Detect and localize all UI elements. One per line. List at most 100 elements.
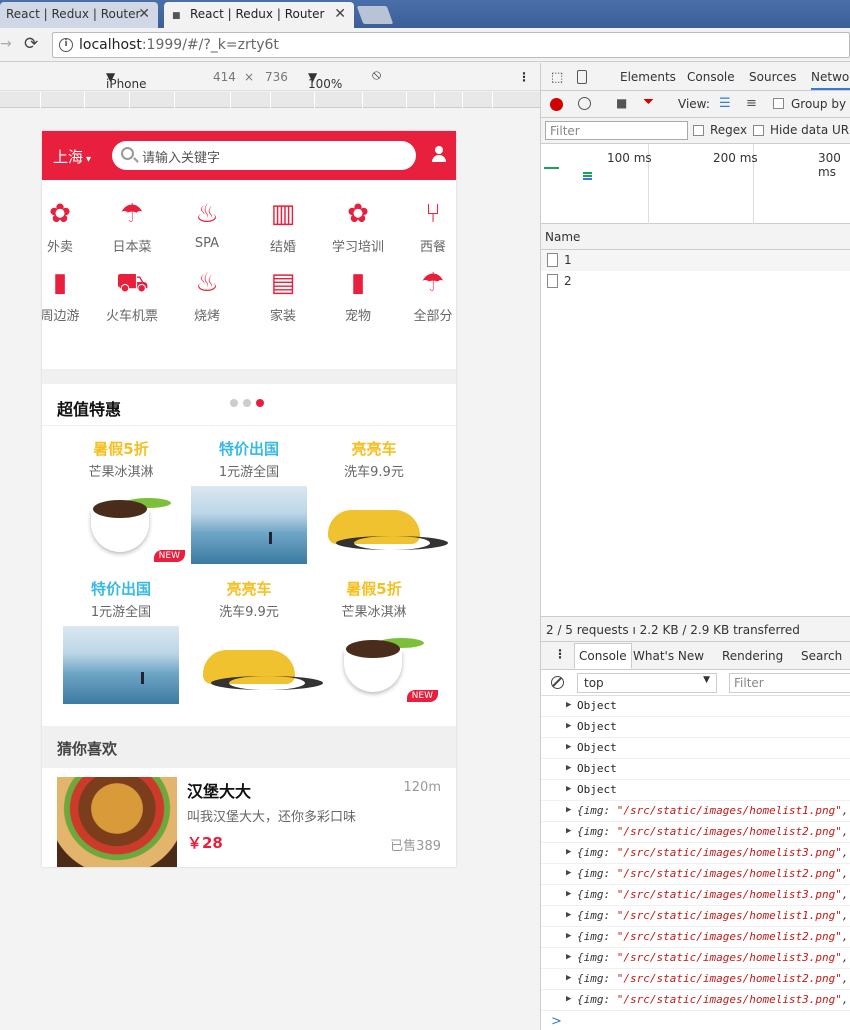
category-item[interactable]: ☂ 全部分 bbox=[398, 267, 456, 324]
regex-checkbox[interactable] bbox=[693, 125, 704, 136]
tab-sources[interactable]: Sources bbox=[749, 70, 796, 84]
device-toggle-icon[interactable] bbox=[577, 70, 587, 84]
expand-triangle-icon[interactable]: ▶ bbox=[566, 973, 571, 983]
console-log-row[interactable]: ▶ Object bbox=[541, 738, 850, 759]
name-column-header[interactable]: Name bbox=[541, 224, 850, 250]
console-filter-input[interactable]: Filter bbox=[729, 673, 850, 693]
forward-icon[interactable]: → bbox=[0, 36, 12, 52]
list-view-icon[interactable]: ☰ bbox=[719, 96, 733, 111]
user-icon[interactable] bbox=[432, 146, 446, 162]
pager-dot[interactable] bbox=[230, 399, 238, 407]
category-item[interactable]: ▥ 结婚 bbox=[248, 198, 318, 255]
expand-triangle-icon[interactable]: ▶ bbox=[566, 742, 571, 752]
expand-triangle-icon[interactable]: ▶ bbox=[566, 952, 571, 962]
console-log-row[interactable]: ▶ Object bbox=[541, 717, 850, 738]
browser-tab[interactable]: React | Redux | Router ✕ bbox=[0, 2, 158, 28]
new-tab-button[interactable] bbox=[356, 6, 394, 24]
expand-triangle-icon[interactable]: ▶ bbox=[566, 826, 571, 836]
expand-triangle-icon[interactable]: ▶ bbox=[566, 784, 571, 794]
tab-console[interactable]: Console bbox=[687, 70, 735, 84]
inspect-icon[interactable]: ⬚ bbox=[551, 70, 565, 85]
device-width-input[interactable]: 414 bbox=[213, 70, 236, 84]
request-row[interactable]: 2 bbox=[541, 271, 850, 292]
expand-triangle-icon[interactable]: ▶ bbox=[566, 868, 571, 878]
expand-triangle-icon[interactable]: ▶ bbox=[566, 910, 571, 920]
waterfall-icon[interactable]: ≡ bbox=[746, 96, 760, 111]
drawer-menu-icon[interactable]: ⋮ bbox=[554, 647, 566, 661]
pager-dot-active[interactable] bbox=[256, 399, 264, 407]
city-selector[interactable]: 上海 ▾ bbox=[53, 146, 91, 167]
console-log-row[interactable]: ▶ {img: "/src/static/images/homelist1.png… bbox=[541, 906, 850, 927]
expand-triangle-icon[interactable]: ▶ bbox=[566, 931, 571, 941]
expand-triangle-icon[interactable]: ▶ bbox=[566, 700, 571, 710]
category-item[interactable]: ♨ SPA bbox=[172, 198, 242, 251]
category-item[interactable]: ▮ 宠物 bbox=[323, 267, 393, 324]
deal-card[interactable]: 特价出国 1元游全国 bbox=[187, 438, 311, 564]
tab-network[interactable]: Network bbox=[811, 70, 850, 90]
console-log-row[interactable]: ▶ {img: "/src/static/images/homelist3.png… bbox=[541, 990, 850, 1011]
category-item[interactable]: ☂ 日本菜 bbox=[97, 198, 167, 255]
console-log-row[interactable]: ▶ {img: "/src/static/images/homelist3.png… bbox=[541, 948, 850, 969]
context-select[interactable]: top ▼ bbox=[577, 673, 717, 693]
expand-triangle-icon[interactable]: ▶ bbox=[566, 805, 571, 815]
category-item[interactable]: ♨ 烧烤 bbox=[172, 267, 242, 324]
expand-triangle-icon[interactable]: ▶ bbox=[566, 847, 571, 857]
deal-card[interactable]: 亮亮车 洗车9.9元 bbox=[187, 578, 323, 704]
device-height-input[interactable]: 736 bbox=[265, 70, 288, 84]
deal-card[interactable]: 暑假5折 芒果冰淇淋 NEW bbox=[59, 438, 185, 564]
tab-rendering[interactable]: Rendering bbox=[722, 649, 783, 663]
console-log-row[interactable]: ▶ {img: "/src/static/images/homelist2.png… bbox=[541, 864, 850, 885]
console-log-row[interactable]: ▶ {img: "/src/static/images/homelist2.png… bbox=[541, 927, 850, 948]
console-log-row[interactable]: ▶ Object bbox=[541, 759, 850, 780]
category-item[interactable]: ✿ 学习培训 bbox=[323, 198, 393, 255]
pager-dot[interactable] bbox=[243, 399, 251, 407]
network-filter-input[interactable]: Filter bbox=[545, 121, 688, 140]
group-by-checkbox[interactable] bbox=[773, 98, 784, 109]
close-tab-icon[interactable]: ✕ bbox=[138, 2, 150, 26]
expand-triangle-icon[interactable]: ▶ bbox=[566, 763, 571, 773]
url-input[interactable]: i localhost:1999/#/?_k=zrty6t bbox=[52, 32, 850, 58]
console-log-row[interactable]: ▶ Object bbox=[541, 696, 850, 717]
category-item[interactable]: ⑂ 西餐 bbox=[398, 198, 456, 255]
search-input[interactable]: 请输入关键字 bbox=[112, 141, 416, 170]
console-log-row[interactable]: ▶ {img: "/src/static/images/homelist3.png… bbox=[541, 843, 850, 864]
category-item[interactable]: ⛟ 火车机票 bbox=[97, 267, 167, 324]
info-icon[interactable]: i bbox=[59, 38, 73, 52]
tab-search[interactable]: Search bbox=[801, 649, 842, 663]
console-log-row[interactable]: ▶ {img: "/src/static/images/homelist1.png… bbox=[541, 801, 850, 822]
device-select[interactable]: iPhone 6 Plus ▼ bbox=[106, 70, 147, 105]
camera-icon[interactable]: ■ bbox=[616, 96, 630, 110]
tab-elements[interactable]: Elements bbox=[620, 70, 676, 84]
category-item[interactable]: ✿ 外卖 bbox=[42, 198, 95, 255]
expand-triangle-icon[interactable]: ▶ bbox=[566, 721, 571, 731]
tab-whats-new[interactable]: What's New bbox=[633, 649, 704, 663]
clear-icon[interactable] bbox=[578, 97, 591, 110]
tab-console-drawer[interactable]: Console bbox=[574, 643, 632, 669]
deal-card[interactable]: 特价出国 1元游全国 bbox=[59, 578, 183, 704]
deal-card[interactable]: 亮亮车 洗车9.9元 bbox=[312, 438, 448, 564]
filter-icon[interactable]: ⏷ bbox=[643, 94, 657, 110]
browser-tab-active[interactable]: ■ React | Redux | Router ✕ bbox=[164, 2, 354, 28]
list-item[interactable]: 汉堡大大 120m 叫我汉堡大大，还你多彩口味 ￥28 已售389 bbox=[42, 768, 456, 867]
more-options-icon[interactable]: ⋮ bbox=[518, 70, 530, 84]
regex-label: Regex bbox=[710, 123, 748, 137]
clear-console-icon[interactable] bbox=[551, 676, 564, 689]
console-log-row[interactable]: ▶ {img: "/src/static/images/homelist2.png… bbox=[541, 969, 850, 990]
record-icon[interactable] bbox=[550, 98, 563, 111]
hide-data-urls-checkbox[interactable] bbox=[753, 125, 764, 136]
expand-triangle-icon[interactable]: ▶ bbox=[566, 889, 571, 899]
zoom-select[interactable]: 100% ▼ bbox=[308, 70, 342, 91]
console-prompt[interactable]: > bbox=[541, 1011, 850, 1029]
deal-card[interactable]: 暑假5折 芒果冰淇淋 NEW bbox=[312, 578, 438, 704]
console-log-row[interactable]: ▶ {img: "/src/static/images/homelist3.png… bbox=[541, 885, 850, 906]
category-item[interactable]: ▮ 周边游 bbox=[42, 267, 95, 324]
close-tab-icon[interactable]: ✕ bbox=[334, 2, 346, 26]
console-log-row[interactable]: ▶ Object bbox=[541, 780, 850, 801]
network-timeline: 100 ms 200 ms 300 ms bbox=[541, 144, 850, 224]
console-log-row[interactable]: ▶ {img: "/src/static/images/homelist2.png… bbox=[541, 822, 850, 843]
reload-icon[interactable]: ⟳ bbox=[24, 34, 38, 54]
expand-triangle-icon[interactable]: ▶ bbox=[566, 994, 571, 1004]
request-row[interactable]: 1 bbox=[541, 250, 850, 271]
rotate-icon[interactable]: ⦸ bbox=[372, 67, 381, 83]
category-item[interactable]: ▤ 家装 bbox=[248, 267, 318, 324]
